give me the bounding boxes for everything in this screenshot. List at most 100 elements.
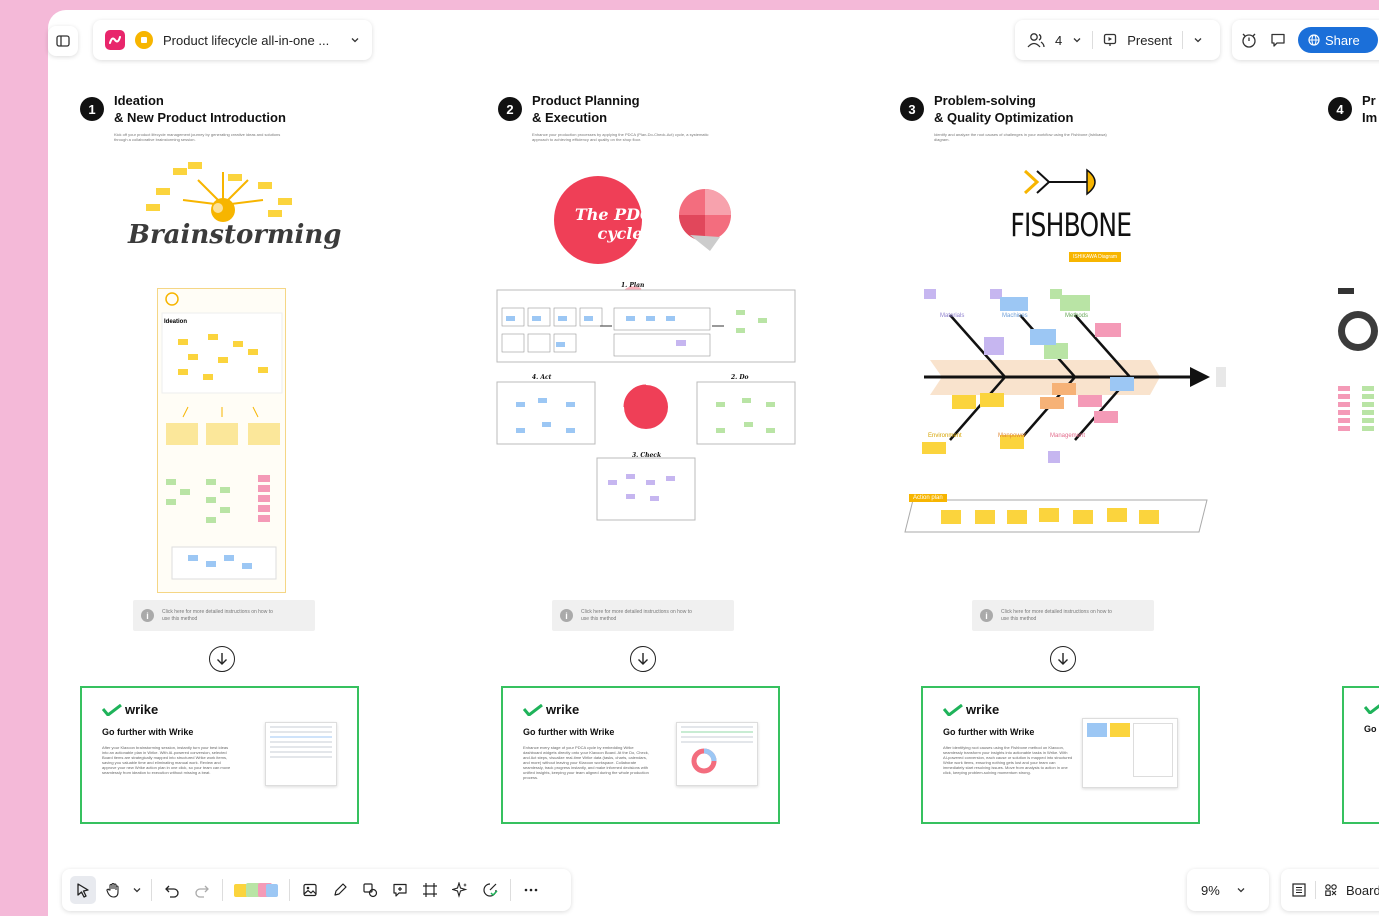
instructions-card-1[interactable]: i Click here for more detailed instructi… — [133, 600, 315, 631]
wrike-card-3[interactable]: wrike Go further with Wrike After identi… — [921, 686, 1200, 824]
svg-text:Ideation: Ideation — [164, 319, 187, 325]
wrike-check-icon — [102, 703, 122, 716]
text-comment-tool[interactable] — [387, 876, 413, 904]
wrike-card-1[interactable]: wrike Go further with Wrike After your K… — [80, 686, 359, 824]
fishbone-illustration[interactable]: FISHBONE ISHIKAWA Diagram — [995, 165, 1135, 262]
step-title-line1: Ideation — [114, 93, 164, 108]
pen-icon — [334, 883, 347, 896]
wrike-body: After your Klaxoon brainstorming session… — [102, 745, 231, 775]
integrations-tool[interactable] — [477, 876, 503, 904]
wrike-logo: wrike — [943, 702, 1178, 717]
wrike-card-4-partial[interactable]: Go — [1342, 686, 1379, 824]
step-description: Enhance your production processes by app… — [532, 132, 709, 142]
participants-icon[interactable] — [1027, 32, 1045, 48]
instructions-card-2[interactable]: i Click here for more detailed instructi… — [552, 600, 734, 631]
wrike-check-icon — [943, 703, 963, 716]
wrike-logo: wrike — [523, 702, 758, 717]
safety-template-partial[interactable] — [1336, 286, 1379, 466]
pen-tool[interactable] — [327, 876, 353, 904]
action-plan-area[interactable]: Action plan — [903, 494, 1209, 534]
action-plan-label: Action plan — [909, 494, 947, 502]
wrike-logo-text: wrike — [966, 702, 1000, 717]
more-tools-button[interactable] — [518, 876, 544, 904]
wrike-body: Enhance every stage of your PDCA cycle b… — [523, 745, 649, 780]
share-label: Share — [1325, 32, 1360, 48]
ideation-template-frame[interactable]: Ideation — [157, 288, 286, 593]
timer-icon[interactable] — [1240, 31, 1258, 49]
step-1-header: 1 Ideation & New Product Introduction Ki… — [80, 92, 380, 142]
board-emoji-icon — [135, 31, 153, 49]
wrike-check-icon — [523, 703, 543, 716]
arrow-down-icon — [630, 646, 656, 672]
wrike-logo: wrike — [102, 702, 337, 717]
image-icon — [303, 883, 317, 897]
step-title-line2: & New Product Introduction — [114, 110, 286, 125]
participants-chevron-icon[interactable] — [1072, 35, 1082, 45]
step-3-header: 3 Problem-solving & Quality Optimization… — [900, 92, 1200, 142]
undo-button[interactable] — [159, 876, 185, 904]
ai-tool[interactable] — [447, 876, 473, 904]
brainstorming-illustration[interactable]: Brainstorming — [128, 160, 341, 270]
info-icon: i — [980, 609, 993, 622]
board-view-icon[interactable] — [1324, 883, 1338, 897]
view-controls: Board — [1281, 869, 1379, 911]
outline-icon[interactable] — [1291, 882, 1307, 898]
step-description: Identify and analyze the root causes of … — [934, 132, 1107, 142]
zoom-control[interactable]: 9% — [1187, 869, 1269, 911]
shapes-icon — [363, 883, 378, 898]
wrike-logo — [1364, 702, 1379, 714]
sticky-notes-tool[interactable] — [230, 876, 282, 904]
sidebar-icon — [56, 34, 70, 48]
fishbone-art-title: FISHBONE — [1010, 206, 1132, 244]
shapes-tool[interactable] — [357, 876, 383, 904]
redo-button[interactable] — [189, 876, 215, 904]
select-tool[interactable] — [70, 876, 96, 904]
board-selector[interactable]: Product lifecycle all-in-one ... — [93, 20, 372, 60]
step-number: 1 — [80, 97, 104, 121]
collaboration-bar: 4 Present — [1015, 20, 1220, 60]
info-icon: i — [141, 609, 154, 622]
wrike-screenshot — [1082, 718, 1178, 788]
text-bubble-icon — [393, 883, 407, 897]
redo-icon — [195, 885, 209, 898]
instructions-card-3[interactable]: i Click here for more detailed instructi… — [972, 600, 1154, 631]
fish-label-materials: Materials — [940, 313, 965, 319]
chevron-down-icon[interactable] — [350, 35, 360, 45]
fish-label-methods: Methods — [1065, 313, 1089, 319]
wrike-check-icon — [1364, 704, 1379, 714]
comment-icon[interactable] — [1270, 32, 1286, 48]
instructions-text: Click here for more detailed instruction… — [581, 608, 692, 622]
frame-tool[interactable] — [417, 876, 443, 904]
present-icon[interactable] — [1103, 33, 1117, 47]
wrike-heading: Go — [1364, 724, 1377, 734]
fish-label-environment: Environment — [928, 433, 962, 439]
step-title-line2: Im — [1362, 110, 1378, 125]
fish-label-management: Management — [1050, 433, 1086, 439]
share-button[interactable]: Share — [1298, 27, 1378, 53]
step-description: Kick off your product lifecycle manageme… — [114, 132, 281, 142]
zoom-chevron-icon[interactable] — [1236, 885, 1246, 895]
undo-icon — [165, 885, 179, 898]
step-number: 2 — [498, 97, 522, 121]
more-icon — [524, 888, 538, 892]
pdca-template[interactable]: 1. Plan 2. Do 3. Check 4. Act — [496, 282, 796, 522]
board-view-label[interactable]: Board — [1346, 883, 1379, 898]
hand-tool[interactable] — [100, 876, 126, 904]
pdca-illustration[interactable]: The PDCA cycle — [550, 175, 735, 265]
present-button[interactable]: Present — [1127, 33, 1172, 48]
fishbone-diagram[interactable]: Materials Machines Methods Environment M… — [910, 285, 1230, 470]
image-tool[interactable] — [297, 876, 323, 904]
step-4-header: 4 Pr Im — [1328, 92, 1379, 126]
present-chevron-icon[interactable] — [1193, 35, 1203, 45]
tool-chevron-icon[interactable] — [130, 876, 144, 904]
sidebar-toggle-button[interactable] — [48, 26, 78, 56]
share-globe-icon — [1308, 34, 1320, 46]
wrike-card-2[interactable]: wrike Go further with Wrike Enhance ever… — [501, 686, 780, 824]
zoom-level: 9% — [1201, 882, 1220, 898]
fishbone-subtitle: ISHIKAWA Diagram — [1068, 252, 1122, 262]
instructions-text: Click here for more detailed instruction… — [162, 608, 273, 622]
integrations-icon — [483, 883, 498, 897]
wrike-logo-text: wrike — [125, 702, 159, 717]
step-title-line1: Problem-solving — [934, 93, 1036, 108]
pdca-art-title: The PDCA cycle — [574, 205, 666, 243]
